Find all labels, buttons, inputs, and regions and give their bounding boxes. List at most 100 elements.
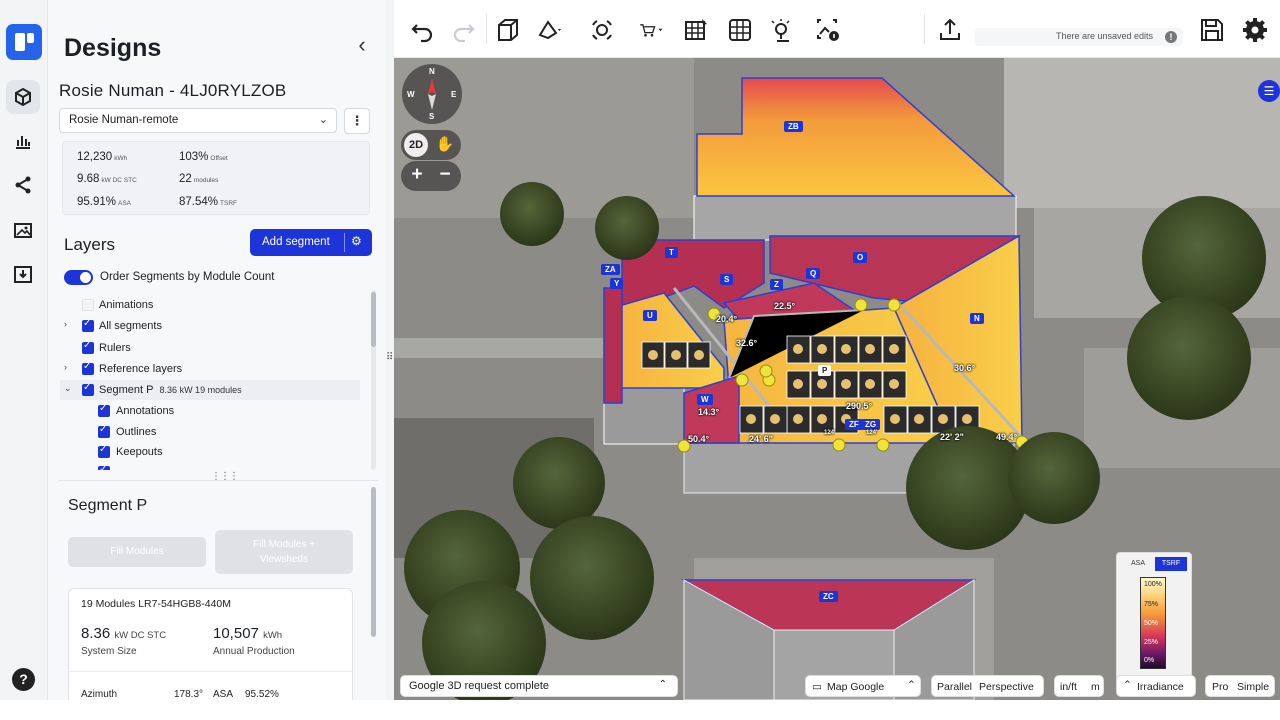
checkbox[interactable] bbox=[82, 318, 94, 332]
segment-label-zb[interactable]: ZB bbox=[784, 121, 803, 132]
pan-hand-icon[interactable]: ✋ bbox=[433, 133, 457, 157]
cart-tool-icon[interactable] bbox=[632, 16, 672, 44]
designs-cube-icon[interactable] bbox=[6, 80, 40, 114]
save-icon[interactable] bbox=[1198, 16, 1226, 44]
map-source-select[interactable]: ▭ Map Google ⌃ bbox=[805, 675, 921, 697]
checkbox[interactable] bbox=[82, 340, 94, 354]
units-imperial[interactable]: in/ft bbox=[1060, 681, 1077, 693]
3d-box-icon[interactable] bbox=[494, 16, 522, 44]
panel-splitter[interactable]: ⠿ bbox=[386, 0, 394, 720]
system-size-label: System Size bbox=[81, 646, 137, 657]
segment-label-q[interactable]: Q bbox=[806, 268, 821, 279]
segment-label-s[interactable]: S bbox=[720, 274, 734, 285]
collapse-chevron-icon[interactable]: ⌄ bbox=[64, 383, 74, 394]
mode-pro[interactable]: Pro bbox=[1212, 681, 1228, 693]
layer-row-animations[interactable]: Animations bbox=[64, 295, 354, 315]
segment-title: Segment P bbox=[68, 497, 148, 514]
dimension-label: 50.4° bbox=[688, 434, 710, 444]
upload-icon[interactable] bbox=[936, 16, 964, 44]
view-mode-control: 2D ✋ bbox=[401, 130, 461, 160]
roof-tool-icon[interactable] bbox=[536, 16, 564, 44]
status-message-bar[interactable]: Google 3D request complete ⌃ bbox=[400, 675, 678, 697]
share-icon[interactable] bbox=[6, 168, 40, 202]
view-2d-button[interactable]: 2D bbox=[404, 133, 428, 157]
segment-label-y[interactable]: Y bbox=[610, 278, 624, 289]
toolbar: There are unsaved edits ! bbox=[394, 0, 1280, 58]
dimension-label: 30.6° bbox=[954, 363, 976, 373]
segment-label-o[interactable]: O bbox=[853, 252, 868, 263]
segment-label-w[interactable]: W bbox=[697, 394, 713, 405]
chevron-up-icon[interactable]: ⌃ bbox=[659, 679, 667, 690]
units-metric[interactable]: m bbox=[1091, 681, 1100, 693]
undo-icon[interactable] bbox=[408, 16, 436, 44]
panel-title: Designs bbox=[64, 34, 162, 62]
layer-label: Animations bbox=[99, 299, 154, 311]
download-icon[interactable] bbox=[6, 257, 40, 291]
drag-handle-icon[interactable]: ⠿ bbox=[386, 352, 393, 363]
resize-handle-icon[interactable]: ⋮⋮⋮ bbox=[211, 471, 239, 482]
legend-tab-asa[interactable]: ASA bbox=[1123, 557, 1153, 571]
panel-layout-icon[interactable] bbox=[726, 16, 754, 44]
help-icon[interactable]: ? bbox=[12, 668, 35, 691]
layer-row-outlines[interactable]: Outlines bbox=[98, 422, 348, 442]
legend-tab-tsrf[interactable]: TSRF bbox=[1155, 557, 1187, 571]
settings-gear-icon[interactable] bbox=[1241, 16, 1269, 44]
segment-scrollbar-thumb[interactable] bbox=[371, 487, 376, 637]
projection-toggle[interactable]: Parallel Perspective bbox=[931, 675, 1044, 697]
segment-label-za[interactable]: ZA bbox=[601, 264, 620, 275]
units-toggle[interactable]: in/ft m bbox=[1054, 675, 1104, 697]
zoom-in-button[interactable]: + bbox=[405, 163, 429, 187]
image-gallery-icon[interactable] bbox=[6, 213, 40, 247]
layer-row-keepouts[interactable]: Keepouts bbox=[98, 442, 348, 462]
checkbox[interactable] bbox=[82, 299, 94, 311]
layers-menu-icon[interactable]: ☰ bbox=[1258, 80, 1280, 102]
checkbox[interactable] bbox=[98, 424, 110, 438]
order-segments-toggle[interactable] bbox=[64, 270, 93, 285]
dimension-label: 124' bbox=[866, 430, 878, 436]
checkbox[interactable] bbox=[82, 361, 94, 375]
info-icon[interactable]: ! bbox=[1165, 31, 1177, 43]
checkbox[interactable] bbox=[98, 403, 110, 417]
fill-modules-button[interactable]: Fill Modules bbox=[68, 537, 206, 567]
checkbox[interactable] bbox=[98, 444, 110, 458]
toolbar-divider bbox=[486, 14, 487, 44]
segment-label-zc[interactable]: ZC bbox=[819, 591, 838, 602]
gear-icon[interactable]: ⚙ bbox=[351, 234, 362, 248]
app-logo-icon[interactable] bbox=[6, 24, 42, 60]
design-select[interactable]: Rosie Numan-remote ⌄ bbox=[59, 108, 337, 133]
mode-toggle[interactable]: Pro Simple bbox=[1205, 675, 1275, 697]
compass-icon[interactable]: N S E W bbox=[402, 64, 462, 124]
redo-icon[interactable] bbox=[450, 16, 478, 44]
mode-simple[interactable]: Simple bbox=[1237, 681, 1269, 693]
segment-label-zg[interactable]: ZG bbox=[861, 419, 881, 430]
segment-label-t[interactable]: T bbox=[665, 247, 678, 258]
irradiance-select[interactable]: ⌃ Irradiance bbox=[1116, 675, 1196, 697]
layers-scrollbar-thumb[interactable] bbox=[371, 292, 376, 347]
expand-chevron-icon[interactable]: › bbox=[64, 319, 74, 329]
layer-row-reference-layers[interactable]: › Reference layers bbox=[64, 359, 354, 379]
checkbox[interactable] bbox=[82, 382, 94, 396]
fill-modules-viewsheds-button[interactable]: Fill Modules + Viewsheds bbox=[215, 530, 353, 574]
map-canvas[interactable]: ZB T S O Q Z ZA Y U N P W ZF ZG ZC 20.4°… bbox=[394, 58, 1280, 700]
segment-label-u[interactable]: U bbox=[643, 310, 657, 321]
projection-parallel[interactable]: Parallel bbox=[937, 681, 972, 693]
obstruction-tool-icon[interactable] bbox=[588, 16, 616, 44]
stat-offset: 103% Offset bbox=[179, 151, 228, 163]
projection-perspective[interactable]: Perspective bbox=[979, 681, 1034, 693]
expand-chevron-icon[interactable]: › bbox=[64, 362, 74, 372]
segment-label-n[interactable]: N bbox=[970, 313, 984, 324]
layer-row-rulers[interactable]: Rulers bbox=[64, 338, 354, 358]
image-info-icon[interactable] bbox=[814, 16, 842, 44]
segment-label-z[interactable]: Z bbox=[770, 279, 783, 290]
module-grid-icon[interactable] bbox=[682, 16, 710, 44]
collapse-panel-chevron-icon[interactable]: ‹ bbox=[351, 34, 373, 57]
add-segment-button[interactable]: Add segment ⚙ bbox=[250, 229, 372, 256]
segment-label-p[interactable]: P bbox=[818, 365, 832, 376]
more-options-button[interactable]: ⋮ bbox=[344, 108, 370, 134]
shade-tree-icon[interactable] bbox=[768, 16, 796, 44]
layer-row-annotations[interactable]: Annotations bbox=[98, 401, 348, 421]
layer-row-segment-p[interactable]: ⌄ Segment P 8.36 kW 19 modules bbox=[60, 380, 360, 400]
analytics-chart-icon[interactable] bbox=[6, 124, 40, 158]
zoom-out-button[interactable]: − bbox=[433, 163, 457, 187]
layer-row-all-segments[interactable]: › All segments bbox=[64, 316, 354, 336]
